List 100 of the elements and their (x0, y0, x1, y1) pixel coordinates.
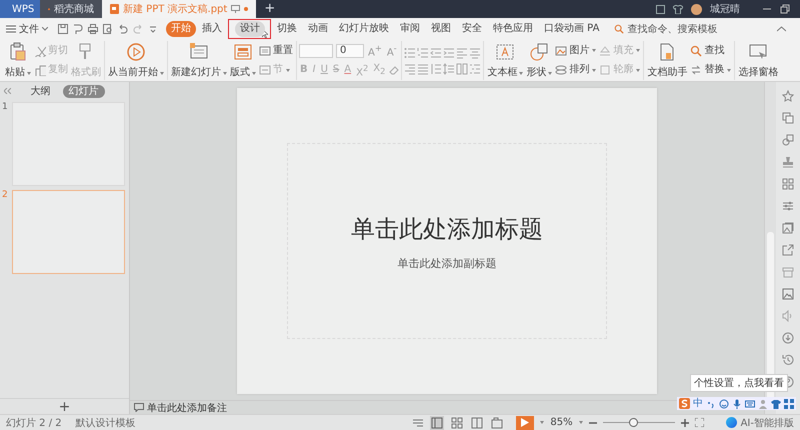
reading-view-icon (471, 416, 484, 428)
shirt-icon (771, 398, 781, 408)
replace-icon (690, 64, 702, 76)
speaker-icon (782, 310, 794, 322)
menu-icon (6, 25, 16, 33)
caret-icon (223, 72, 227, 74)
search-field[interactable]: 查找命令、搜索模板 (614, 24, 728, 34)
history-icon (782, 354, 794, 366)
print-preview-icon (103, 24, 113, 34)
layout-icon (233, 42, 253, 62)
ribbon-tab[interactable]: 口袋动画 PA (539, 21, 604, 37)
view-button[interactable] (430, 416, 444, 430)
zoom-slider[interactable] (628, 418, 638, 427)
search-icon (690, 44, 702, 57)
download-icon (782, 332, 794, 344)
caret-icon (519, 72, 524, 74)
new-tab-button[interactable]: + (256, 0, 284, 18)
text-direction-icon (430, 62, 442, 74)
ribbon-tab[interactable]: 切换 (272, 21, 302, 37)
caret-icon (160, 72, 164, 74)
caret-icon (636, 49, 640, 52)
section-icon (259, 64, 271, 76)
ribbon-button[interactable]: 替换 (689, 63, 732, 78)
slide-number: 1 (2, 102, 9, 114)
fit-window-icon (694, 418, 704, 427)
ai-layout-button[interactable]: AI-智能排版 (726, 416, 794, 430)
decrease-indent-icon (430, 46, 442, 58)
slide-counter: 幻灯片 2 / 2 (6, 416, 62, 430)
play-icon (126, 42, 146, 62)
ribbon-button[interactable]: 形状 (525, 41, 554, 80)
font-size-field[interactable]: 0 (336, 44, 364, 58)
view-button[interactable] (470, 416, 484, 430)
tooltip: 个性设置，点我看看 (690, 374, 788, 392)
ribbon-button[interactable]: 图片 (554, 44, 598, 58)
ribbon-button[interactable]: 新建幻灯片 (170, 41, 228, 80)
ribbon-tab[interactable]: 特色应用 (488, 21, 538, 37)
align-right-icon (404, 62, 416, 74)
align-center-icon (469, 46, 482, 58)
mouse-pointer-icon (262, 29, 268, 38)
presenter-view-icon (491, 416, 504, 428)
ribbon-tab[interactable]: 设计 (235, 21, 265, 37)
outline-icon (599, 64, 612, 76)
slide-thumbnail[interactable] (12, 190, 125, 274)
customize-icon (148, 24, 158, 34)
eraser-icon (389, 65, 400, 76)
fill-icon (599, 44, 612, 57)
user-name[interactable]: 城冠晴 (710, 2, 740, 16)
ribbon-tab[interactable]: 幻灯片放映 (334, 21, 394, 37)
ribbon-tab[interactable]: 插入 (197, 21, 227, 37)
document-tab[interactable]: WPS (0, 0, 40, 18)
collapse-ribbon-icon (777, 26, 786, 32)
save-icon (58, 24, 68, 34)
ribbon-tab[interactable]: 审阅 (395, 21, 425, 37)
ribbon-tab[interactable]: 动画 (303, 21, 333, 37)
input-mode[interactable]: 中 (693, 398, 703, 409)
slide-number: 2 (2, 190, 9, 202)
zoom-level[interactable]: 85% (550, 417, 573, 428)
grid-icon (782, 178, 794, 190)
slideshow-button[interactable] (516, 416, 534, 430)
ribbon-button[interactable]: 文本框 (486, 41, 524, 80)
panel-tab[interactable]: 大纲 (24, 84, 56, 98)
caret-icon (578, 421, 583, 424)
ribbon-button[interactable]: 选择窗格 (737, 41, 780, 80)
sliders-icon (782, 200, 794, 212)
panel-tab[interactable]: 幻灯片 (62, 84, 104, 98)
document-tab[interactable]: 稻壳商城 (40, 0, 102, 18)
reset-icon (259, 44, 271, 57)
presentation-file-icon (110, 4, 119, 14)
ribbon-button[interactable]: 文档助手 (646, 41, 688, 80)
scissors-icon (34, 44, 46, 57)
line-spacing-icon (443, 62, 456, 74)
ribbon-button[interactable]: 排列 (554, 63, 598, 78)
ribbon-button[interactable]: 从当前开始 (107, 41, 165, 80)
ribbon-button[interactable]: 粘贴 (4, 41, 32, 80)
unsaved-dot-icon (244, 7, 248, 11)
file-menu[interactable]: 文件 (4, 22, 50, 36)
slide-sorter-icon (451, 416, 464, 428)
shirt-icon (673, 4, 683, 14)
ribbon-button[interactable]: 重置 (258, 44, 294, 58)
copy-icon (782, 112, 794, 124)
view-button[interactable] (490, 416, 504, 430)
monitor-icon (231, 5, 240, 13)
archive-icon (782, 266, 794, 278)
template-name[interactable]: 默认设计模板 (76, 416, 136, 430)
notes-placeholder[interactable]: 单击此处添加备注 (147, 400, 227, 414)
caret-icon (540, 421, 544, 424)
stamp-icon (782, 156, 794, 168)
ribbon-button[interactable]: 查找 (689, 44, 732, 58)
copy-icon (34, 64, 46, 76)
ribbon-button[interactable]: 版式 (229, 41, 257, 80)
view-button[interactable] (450, 416, 464, 430)
ribbon-tab[interactable]: 安全 (457, 21, 487, 37)
shapes-icon (782, 134, 794, 146)
subtitle-placeholder[interactable]: 单击此处添加副标题 (394, 254, 500, 272)
star-icon (782, 90, 794, 102)
keyboard-icon (745, 398, 755, 408)
ribbon-tab[interactable]: 视图 (426, 21, 456, 37)
title-placeholder[interactable]: 单击此处添加标题 (345, 210, 549, 246)
print-icon (88, 24, 98, 34)
font-name-field[interactable] (299, 44, 333, 58)
